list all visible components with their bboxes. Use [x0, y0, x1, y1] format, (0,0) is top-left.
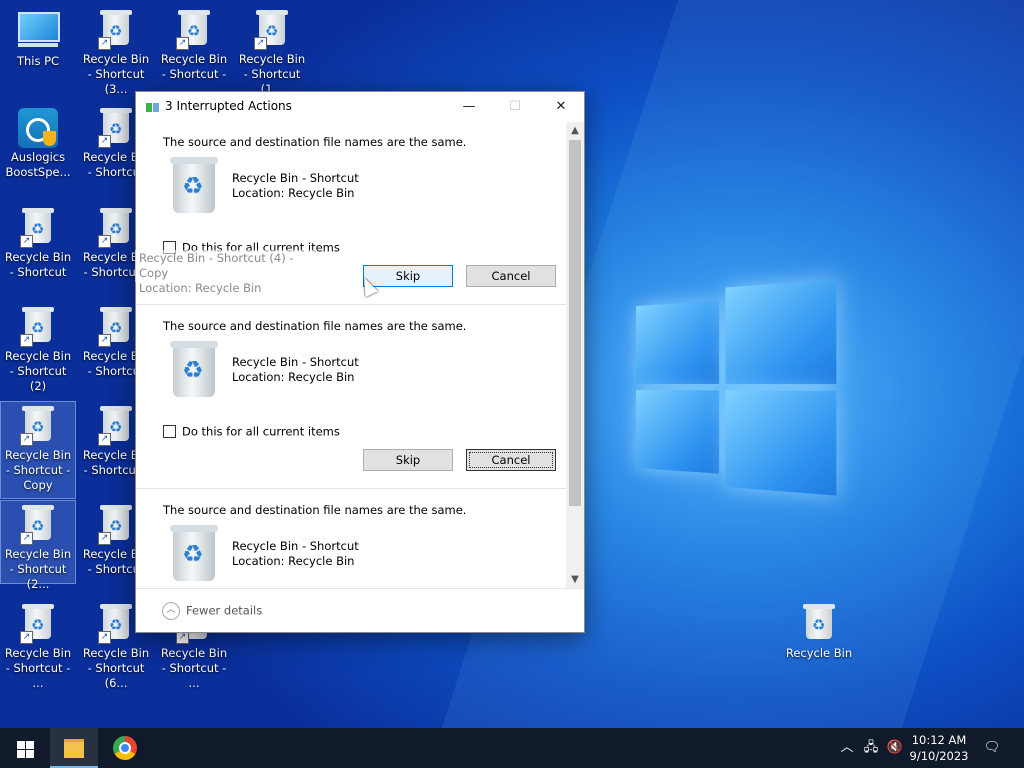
desktop-icon-recycle-shortcut-dash[interactable]: ♻ ↗ Recycle Bin - Shortcut - ... [1, 600, 75, 691]
fewer-details-toggle[interactable]: ︿ Fewer details [162, 602, 262, 620]
scroll-up-icon[interactable]: ▲ [566, 122, 584, 139]
conflict-message: The source and destination file names ar… [163, 319, 467, 333]
recycle-bin-icon: ♻ [170, 341, 218, 399]
desktop-icon-recycle-shortcut-2b[interactable]: ♻ ↗ Recycle Bin - Shortcut (2... [0, 500, 76, 591]
desktop-icon-this-pc[interactable]: This PC [1, 8, 75, 69]
dialog-titlebar[interactable]: 3 Interrupted Actions — ☐ ✕ [136, 92, 584, 122]
file-name: Recycle Bin - Shortcut [232, 171, 359, 185]
notifications-icon[interactable]: 🗨 [980, 728, 1004, 768]
minimize-button[interactable]: — [446, 92, 492, 122]
icon-label: Recycle Bin - Shortcut (6... [82, 646, 150, 690]
conflict-item: The source and destination file names ar… [136, 306, 566, 488]
desktop-icon-recycle-shortcut-dash2[interactable]: ♻ ↗ Recycle Bin - Shortcut - ... [157, 6, 231, 97]
vertical-scrollbar[interactable]: ▲ ▼ [566, 122, 584, 588]
desktop-icon-recycle-shortcut-2[interactable]: ♻ ↗ Recycle Bin - Shortcut (2) [1, 303, 75, 394]
taskbar-clock[interactable]: 10:12 AM 9/10/2023 [905, 732, 973, 764]
recycle-bin-icon: ♻ [170, 157, 218, 215]
fewer-details-label: Fewer details [186, 603, 263, 618]
maximize-button: ☐ [509, 99, 521, 114]
conflict-message: The source and destination file names ar… [163, 135, 467, 149]
start-button[interactable] [0, 728, 48, 768]
desktop-icon-recycle-shortcut-copy[interactable]: ♻ ↗ Recycle Bin - Shortcut - Copy [0, 401, 76, 499]
cancel-button[interactable]: Cancel [466, 449, 556, 471]
folder-icon [64, 739, 84, 758]
cancel-button[interactable]: Cancel [466, 265, 556, 287]
taskbar-chrome[interactable] [100, 728, 148, 768]
taskbar-file-explorer[interactable] [50, 728, 98, 768]
conflict-list[interactable]: The source and destination file names ar… [136, 122, 566, 588]
skip-button[interactable]: Skip [363, 265, 453, 287]
desktop-icon-recycle-bin[interactable]: ♻ Recycle Bin [782, 600, 856, 661]
file-location: Location: Recycle Bin [232, 554, 355, 568]
icon-label: This PC [16, 54, 60, 68]
skip-button[interactable]: Skip [363, 449, 453, 471]
windows-logo-wallpaper [636, 272, 837, 496]
drag-ghost-tooltip: Recycle Bin - Shortcut (4) - Copy Locati… [135, 250, 315, 295]
cancel-button-label: Cancel [469, 452, 553, 468]
recycle-bin-icon: ♻ [170, 525, 218, 583]
icon-label: Recycle Bin - Shortcut [4, 250, 72, 279]
icon-label: Recycle Bin - Shortcut (2) [4, 349, 72, 393]
icon-label: Recycle Bin - Shortcut (2... [4, 547, 72, 591]
chevron-up-icon: ︿ [162, 602, 180, 620]
clock-time: 10:12 AM [911, 733, 967, 747]
icon-label: Recycle Bin - Shortcut - ... [4, 646, 72, 690]
desktop-icon-recycle-shortcut-1[interactable]: ♻ ↗ Recycle Bin - Shortcut (1... [235, 6, 309, 97]
file-name: Recycle Bin - Shortcut [232, 355, 359, 369]
icon-label: Recycle Bin [785, 646, 853, 660]
scroll-thumb[interactable] [569, 140, 581, 506]
icon-label: Auslogics BoostSpe... [5, 150, 71, 179]
dialog-title: 3 Interrupted Actions [165, 99, 292, 113]
desktop-icon-auslogics[interactable]: Auslogics BoostSpe... [1, 104, 75, 180]
drag-ghost-location: Location: Recycle Bin [139, 281, 262, 295]
show-hidden-icons-chevron-icon[interactable]: ︿ [838, 728, 856, 768]
taskbar: ︿ 🖧 🔇 10:12 AM 9/10/2023 🗨 [0, 728, 1024, 768]
icon-label: Recycle Bin - Shortcut - ... [160, 646, 228, 690]
checkbox-label: Do this for all current items [182, 424, 340, 439]
copy-icon [146, 103, 160, 112]
scroll-down-icon[interactable]: ▼ [566, 571, 584, 588]
desktop: This PC Auslogics BoostSpe... ♻ ↗ Recycle… [0, 0, 1024, 728]
conflict-message: The source and destination file names ar… [163, 503, 467, 517]
desktop-icon-recycle-shortcut[interactable]: ♻ ↗ Recycle Bin - Shortcut [1, 204, 75, 280]
do-for-all-checkbox[interactable]: Do this for all current items [163, 424, 340, 439]
dialog-footer: ︿ Fewer details [136, 588, 584, 633]
desktop-icon-recycle-shortcut-3[interactable]: ♻ ↗ Recycle Bin - Shortcut (3... [79, 6, 153, 97]
chrome-icon [113, 736, 137, 760]
recycle-bin-icon: ♻ [803, 604, 835, 640]
file-location: Location: Recycle Bin [232, 370, 355, 384]
icon-label: Recycle Bin - Shortcut - Copy [4, 448, 72, 492]
auslogics-icon [18, 108, 58, 148]
volume-muted-icon[interactable]: 🔇 [884, 728, 906, 768]
clock-date: 9/10/2023 [909, 749, 969, 763]
interrupted-actions-dialog: 3 Interrupted Actions — ☐ ✕ The source a… [135, 91, 585, 633]
close-button[interactable]: ✕ [538, 92, 584, 122]
file-location: Location: Recycle Bin [232, 186, 355, 200]
drag-ghost-name: Recycle Bin - Shortcut (4) - Copy [139, 251, 294, 280]
conflict-item: The source and destination file names ar… [136, 490, 566, 588]
network-icon[interactable]: 🖧 [860, 728, 882, 768]
file-name: Recycle Bin - Shortcut [232, 539, 359, 553]
